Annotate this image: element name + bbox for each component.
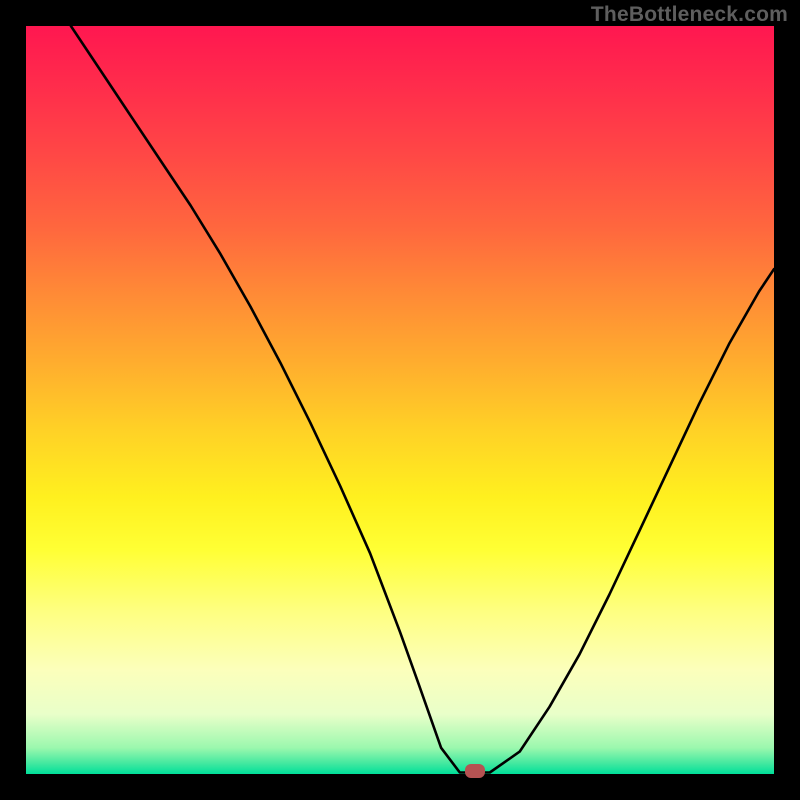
watermark-text: TheBottleneck.com: [591, 3, 788, 27]
optimum-marker: [465, 764, 485, 778]
chart-frame: TheBottleneck.com: [0, 0, 800, 800]
bottleneck-curve: [26, 26, 774, 774]
